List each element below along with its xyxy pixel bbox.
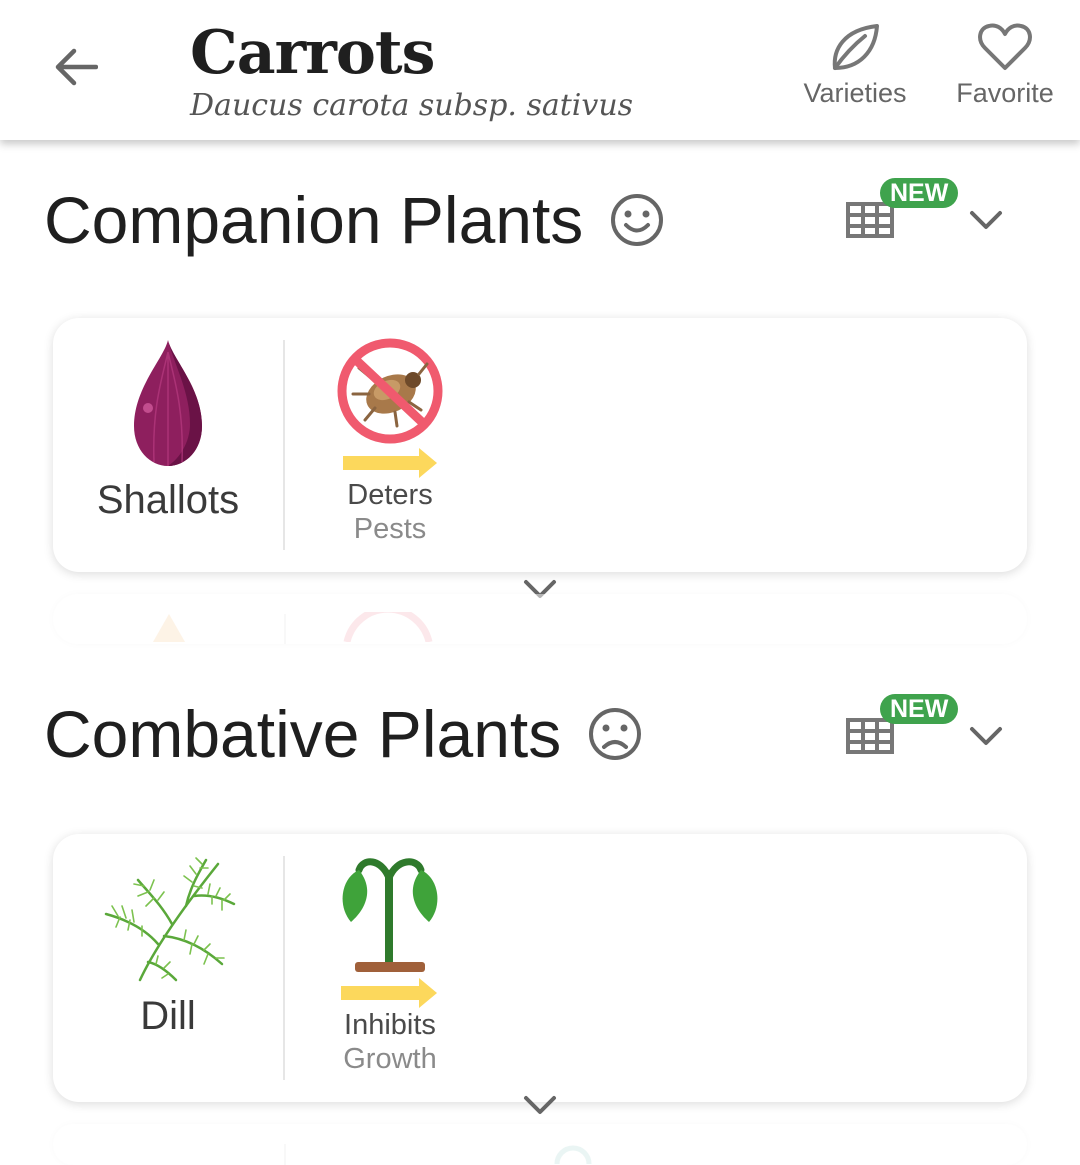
companion-plants-heading: Companion Plants: [44, 182, 665, 258]
effect-line1: Deters: [347, 479, 433, 511]
combative-expand-button[interactable]: [518, 1090, 562, 1120]
combative-collapse-button[interactable]: [964, 714, 1008, 758]
favorite-button[interactable]: Favorite: [930, 22, 1080, 122]
grid-icon: [846, 718, 894, 754]
card-divider: [283, 856, 285, 1080]
companion-plants-title: Companion Plants: [44, 183, 584, 257]
new-badge: NEW: [880, 694, 959, 724]
combative-plants-title: Combative Plants: [44, 697, 562, 771]
back-arrow-icon: [55, 48, 98, 86]
combative-next-card-peek: [53, 1124, 1027, 1165]
effect-line1: Inhibits: [344, 1009, 436, 1041]
wilting-plant-icon: [341, 858, 438, 1008]
favorite-label: Favorite: [956, 78, 1054, 108]
scientific-name: Daucus carota subsp. sativus: [190, 88, 634, 123]
combative-plants-heading: Combative Plants: [44, 696, 643, 772]
plant-shallots[interactable]: Shallots: [53, 338, 283, 523]
page-title: Carrots: [190, 18, 435, 88]
varieties-label: Varieties: [803, 78, 907, 108]
shallot-icon: [134, 340, 202, 466]
app-bar: Carrots Daucus carota subsp. sativus Var…: [0, 0, 1080, 140]
plant-dill[interactable]: Dill: [53, 854, 283, 1039]
leaf-icon: [832, 24, 879, 70]
smile-face-icon: [609, 192, 665, 248]
companion-collapse-button[interactable]: [964, 198, 1008, 242]
heart-icon: [978, 23, 1032, 70]
grid-icon: [846, 202, 894, 238]
combative-card[interactable]: Dill Inhibits Growth: [53, 834, 1027, 1102]
sad-face-icon: [587, 706, 643, 762]
effect-line2: Growth: [343, 1043, 437, 1075]
effect-deters-pests[interactable]: Deters Pests: [315, 338, 465, 546]
chevron-down-icon: [524, 1096, 556, 1114]
dill-icon: [104, 857, 236, 982]
effect-line2: Pests: [353, 513, 427, 545]
effect-inhibits-growth[interactable]: Inhibits Growth: [315, 854, 465, 1076]
plant-name: Dill: [140, 994, 196, 1038]
back-button[interactable]: [46, 38, 104, 96]
new-badge: NEW: [880, 178, 959, 208]
chevron-down-icon: [970, 211, 1002, 229]
no-pests-icon: [337, 338, 443, 478]
chevron-down-icon: [970, 727, 1002, 745]
card-divider: [283, 340, 285, 550]
plant-name: Shallots: [96, 478, 240, 522]
varieties-button[interactable]: Varieties: [780, 22, 930, 122]
companion-card[interactable]: Shallots Deters Pests: [53, 318, 1027, 572]
companion-grid-toggle[interactable]: NEW: [846, 178, 959, 248]
combative-grid-toggle[interactable]: NEW: [846, 694, 959, 764]
companion-next-card-peek: [53, 594, 1027, 644]
